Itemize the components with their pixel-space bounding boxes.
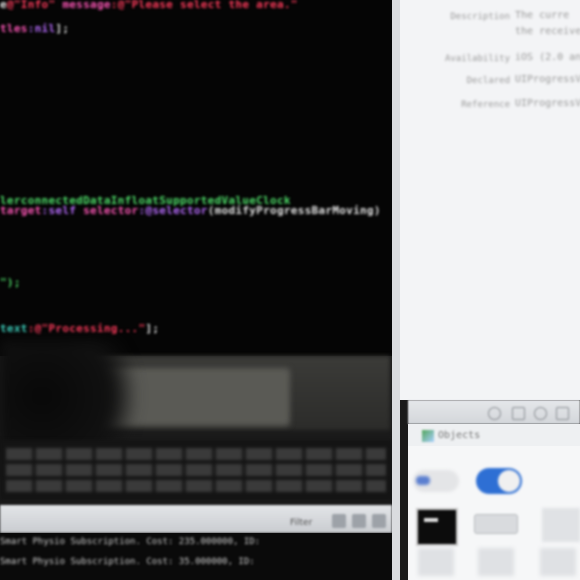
code-token: :@"Please select the area." (110, 0, 298, 11)
key-row (6, 448, 386, 460)
code-token: :@selector (138, 204, 208, 217)
reference-value[interactable]: UIProgressV (515, 98, 580, 109)
code-token: ]; (145, 322, 160, 335)
panel-divider[interactable] (392, 0, 400, 580)
step-out-icon[interactable] (372, 514, 386, 528)
code-snippet-icon[interactable] (512, 407, 525, 420)
code-token: :nil (27, 22, 56, 35)
reference-key: Reference (461, 100, 510, 110)
code-token: text (0, 322, 28, 335)
stepper-item[interactable] (474, 514, 518, 534)
file-template-icon[interactable] (488, 407, 501, 420)
description-value: The curre (515, 10, 570, 21)
library-item[interactable] (542, 508, 580, 542)
library-title[interactable]: Objects (438, 430, 480, 441)
segmented-control-item[interactable] (413, 470, 459, 492)
code-token: target (0, 204, 42, 217)
switch-item[interactable] (476, 468, 522, 494)
object-library-icon[interactable] (534, 407, 547, 420)
declared-key: Declared (466, 76, 510, 86)
description-key: Description (450, 12, 510, 22)
code-line: text:@"Processing..."]; (0, 322, 159, 335)
step-into-icon[interactable] (352, 514, 366, 528)
indicator-bar (424, 518, 438, 522)
library-item[interactable] (540, 548, 576, 576)
code-token: selector (76, 204, 139, 217)
availability-key: Availability (444, 54, 510, 64)
switch-knob (498, 470, 520, 492)
code-token: message (55, 0, 111, 11)
code-token: ]; (55, 22, 70, 35)
code-token: (modifyProgressBarMoving) (207, 204, 381, 217)
code-token: @"Info" (6, 0, 56, 11)
code-editor[interactable]: e@"Info" message:@"Please select the are… (0, 0, 392, 356)
activity-indicator-item[interactable] (416, 508, 458, 546)
key-row (6, 464, 386, 476)
library-item[interactable] (478, 548, 514, 576)
objects-icon (422, 430, 434, 442)
keyboard (0, 440, 392, 500)
media-library-icon[interactable] (556, 407, 569, 420)
code-token: e (0, 0, 7, 11)
slider-thumb (416, 476, 430, 485)
debug-console[interactable]: Smart Physio Subscription. Cost: 235.000… (0, 533, 392, 580)
code-line: tles:nil]; (0, 22, 69, 35)
code-token: :self (41, 204, 77, 217)
code-token: :@"Processing..." (27, 322, 146, 335)
description-value-continued: the receive (515, 26, 580, 37)
code-line: "); (0, 276, 21, 289)
console-line: Smart Physio Subscription. Cost: 235.000… (0, 537, 261, 547)
code-token: "); (0, 276, 21, 289)
declared-value[interactable]: UIProgressV (515, 74, 580, 85)
code-line: target:self selector:@selector(modifyPro… (0, 204, 381, 217)
step-over-icon[interactable] (332, 514, 346, 528)
console-line: Smart Physio Subscription. Cost: 35.0000… (0, 557, 255, 567)
code-line: e@"Info" message:@"Please select the are… (0, 0, 298, 11)
library-item[interactable] (418, 548, 454, 576)
code-token: tles (0, 22, 28, 35)
filter-label: Filter (290, 518, 313, 528)
availability-value: iOS (2.0 an (515, 52, 580, 63)
key-row (6, 480, 386, 492)
